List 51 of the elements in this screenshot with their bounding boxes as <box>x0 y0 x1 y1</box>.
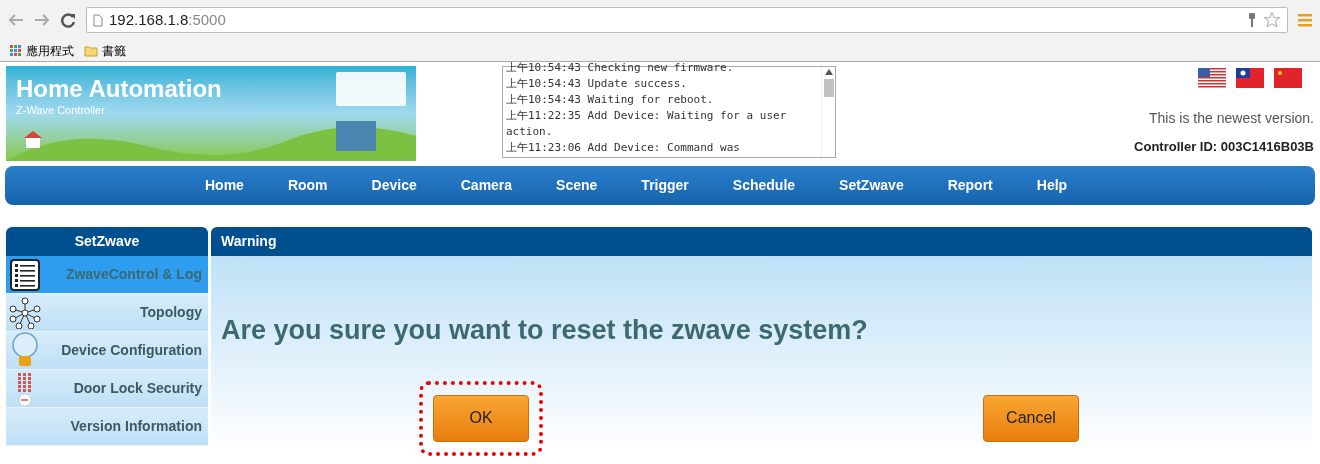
nav-link[interactable]: Room <box>287 175 328 196</box>
confirm-question: Are you sure you want to reset the zwave system? <box>221 314 869 347</box>
sidebar-item[interactable]: Door Lock Security <box>6 370 208 408</box>
sidebar-header: SetZwave <box>6 227 208 256</box>
nav-link[interactable]: Home <box>205 175 244 196</box>
address-bar[interactable]: 192.168.1.8:5000 <box>86 7 1288 33</box>
nav-link[interactable]: Scene <box>556 175 598 196</box>
back-icon[interactable] <box>8 13 24 27</box>
key-icon[interactable] <box>1247 12 1257 28</box>
taiwan-flag-icon[interactable] <box>1236 68 1264 88</box>
keypad-icon <box>15 370 35 407</box>
us-flag-icon[interactable] <box>1198 68 1226 88</box>
list-icon <box>10 258 40 291</box>
sidebar-item[interactable]: Topology <box>6 294 208 332</box>
log-line: 上午11:22:35 Add Device: Waiting for a user action. <box>506 108 788 140</box>
bookmark-item[interactable]: 書籤 <box>84 41 126 60</box>
sidebar-item[interactable]: Device Configuration <box>6 332 208 370</box>
nav-link[interactable]: Report <box>947 175 993 196</box>
scrollbar[interactable] <box>821 67 835 157</box>
version-note: This is the newest version. <box>1149 109 1314 128</box>
star-icon[interactable] <box>1263 11 1281 29</box>
dialog-header: Warning <box>211 227 1312 256</box>
bookmark-item[interactable]: 應用程式 <box>10 41 74 60</box>
log-line: 上午11:23:06 Add Device: Command was <box>506 140 741 156</box>
nav-link[interactable]: Trigger <box>641 175 689 196</box>
network-nodes-icon <box>8 296 42 329</box>
reload-icon[interactable] <box>60 12 76 28</box>
ok-button[interactable]: OK <box>433 394 529 442</box>
scroll-up-icon[interactable] <box>824 69 833 75</box>
folder-icon <box>84 44 98 57</box>
scroll-thumb[interactable] <box>823 79 834 97</box>
nav-link[interactable]: Device <box>371 175 417 196</box>
forward-icon[interactable] <box>34 13 50 27</box>
apps-grid-icon <box>10 44 22 57</box>
nav-link[interactable]: Schedule <box>732 175 796 196</box>
page-icon <box>93 13 103 27</box>
controller-id: Controller ID: 003C1416B03B <box>1134 138 1314 156</box>
logo-icon <box>336 72 406 106</box>
log-line: 上午10:54:43 Checking new firmware. <box>506 60 735 76</box>
sidebar-item[interactable]: Version Information <box>6 408 208 446</box>
cancel-button[interactable]: Cancel <box>983 394 1079 442</box>
log-line: 上午10:54:43 Waiting for reboot. <box>506 92 715 108</box>
china-flag-icon[interactable] <box>1274 68 1302 88</box>
nav-link[interactable]: Camera <box>460 175 513 196</box>
menu-icon[interactable] <box>1298 13 1312 27</box>
nav-link[interactable]: SetZwave <box>839 175 904 196</box>
url-text: 192.168.1.8:5000 <box>109 9 226 30</box>
log-line: 上午10:54:43 Update success. <box>506 76 688 92</box>
banner-subtitle: Z-Wave Controller <box>16 103 106 118</box>
banner-title: Home Automation <box>16 76 222 102</box>
nav-link[interactable]: Help <box>1036 175 1068 196</box>
